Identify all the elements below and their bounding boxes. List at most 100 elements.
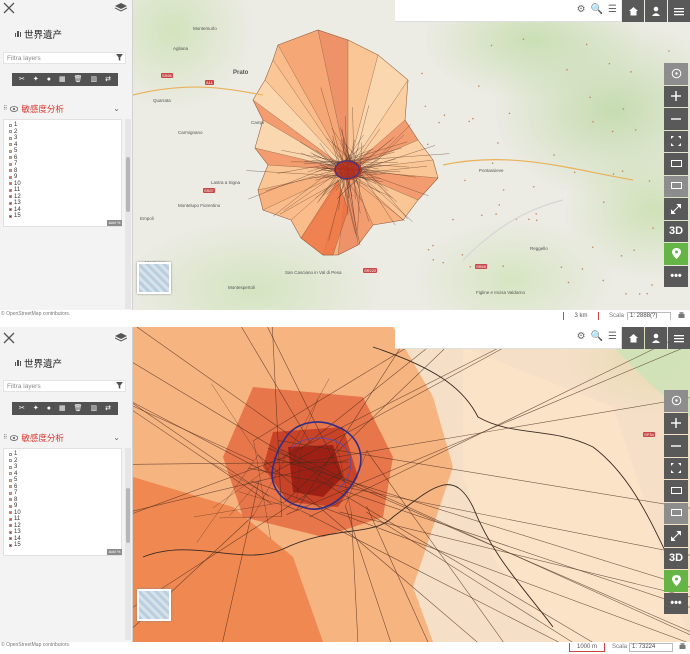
tree-dot [426,143,429,146]
swap-tool-button[interactable]: ⇄ [105,73,111,86]
screen-button[interactable] [664,153,688,175]
3d-button[interactable]: 3D [664,220,688,242]
sidebar-scrollbar[interactable] [125,119,131,309]
drag-handle-icon[interactable]: ⠿ [3,434,7,441]
tree-dot [461,254,464,256]
menu-button[interactable] [668,327,690,349]
layer-row-sensitivity[interactable]: ⠿ 敏感度分析 ⌄ [3,431,121,444]
legend-swatch [9,478,12,482]
tree-dot [620,255,623,257]
3d-button[interactable]: 3D [664,547,688,569]
place-label: Pontassieve [479,168,504,173]
layer-row-sensitivity[interactable]: ⠿ 敏感度分析 ⌄ [3,102,121,115]
layers-icon[interactable] [115,3,127,13]
tree-dot [638,293,641,295]
search-icon[interactable]: 🔍 [591,331,603,342]
filter-icon[interactable] [116,382,123,389]
search-icon[interactable]: 🔍 [591,4,603,15]
layers-icon[interactable] [115,333,127,343]
zoom-out-button[interactable] [664,435,688,457]
legend-tag[interactable]: Add % [107,220,122,226]
delete-tool-button[interactable]: 🗑 [74,402,83,415]
layers-view-button[interactable] [664,175,688,197]
user-icon [652,6,660,16]
zoom-in-button[interactable] [664,412,688,434]
close-icon[interactable] [3,332,15,344]
tree-dot [611,130,614,133]
layer-filter-input[interactable]: Filtra layers [3,52,126,64]
tree-dot [464,179,466,182]
point-tool-button[interactable]: ● [47,73,51,86]
tree-dot [491,162,494,164]
chart-tool-button[interactable]: ▥ [91,73,98,86]
location-button[interactable] [664,570,688,592]
fit-extent-button[interactable] [664,130,688,152]
swap-tool-button[interactable]: ⇄ [105,402,111,415]
fullscreen-button[interactable] [664,198,688,220]
app-title: 世界遺产 [24,30,63,41]
table-tool-button[interactable]: ▦ [59,73,66,86]
zoom-out-button[interactable] [664,108,688,130]
tree-dot [424,105,427,108]
delete-tool-button[interactable]: 🗑 [74,73,83,86]
legend-label: 15 [14,542,21,548]
scale-select[interactable]: 1: 73224 [629,643,673,652]
legend-tag[interactable]: Add % [107,549,122,555]
sidebar-scrollbar[interactable] [125,448,131,640]
tree-dot [497,142,499,144]
list-icon[interactable]: ☰ [608,4,617,15]
print-icon[interactable] [679,643,686,651]
chart-tool-button[interactable]: ▥ [91,402,98,415]
table-tool-button[interactable]: ▦ [59,402,66,415]
cut-tool-button[interactable]: ✂ [19,73,25,86]
tree-dot [608,62,611,65]
map-canvas[interactable]: Montemurlo Agliana Prato Quarrata Campi … [133,0,690,310]
screen-button[interactable] [664,480,688,502]
wrench-tool-button[interactable]: ✦ [33,73,39,86]
compass-button[interactable] [664,63,688,85]
plus-icon [671,91,681,102]
layers-view-button[interactable] [664,502,688,524]
overview-minimap[interactable] [137,262,171,294]
filter-icon[interactable] [116,54,123,61]
map-attribution: © OpenStreetMap contributors. [1,311,71,317]
map-canvas[interactable]: SP34 ⚙ 🔍 ☰ 3D ••• [133,327,690,642]
legend-swatch [9,195,12,199]
scale-select[interactable]: 1: 2888(?) [627,312,671,320]
more-button[interactable]: ••• [664,592,688,614]
overview-minimap[interactable] [137,589,171,621]
location-pin-icon [671,248,681,260]
settings-icon[interactable]: ⚙ [577,331,586,342]
eye-icon[interactable] [10,105,19,112]
user-button[interactable] [645,0,667,22]
fit-extent-button[interactable] [664,457,688,479]
close-icon[interactable] [3,2,15,14]
legend-swatch [9,162,12,166]
print-icon[interactable] [678,312,685,320]
point-tool-button[interactable]: ● [47,402,51,415]
user-button[interactable] [645,327,667,349]
chevron-down-icon[interactable]: ⌄ [113,104,120,113]
zoom-in-button[interactable] [664,85,688,107]
menu-button[interactable] [668,0,690,22]
list-icon[interactable]: ☰ [608,331,617,342]
screenshot-bottom: SP34 ⚙ 🔍 ☰ 3D ••• 世界遺产 Filtra layers ✂ ✦… [0,327,690,654]
legend-swatch [9,459,12,463]
home-button[interactable] [622,0,644,22]
settings-icon[interactable]: ⚙ [577,4,586,15]
compass-button[interactable] [664,390,688,412]
layer-filter-input[interactable]: Filtra layers [3,380,126,392]
chevron-down-icon[interactable]: ⌄ [113,433,120,442]
drag-handle-icon[interactable]: ⠿ [3,105,7,112]
tree-dot [532,185,535,188]
more-button[interactable]: ••• [664,265,688,287]
layer-legend: 1 2 3 4 5 6 7 8 9 10 11 12 13 14 15 [3,119,122,227]
location-button[interactable] [664,243,688,265]
tree-dot [652,227,654,229]
fullscreen-button[interactable] [664,525,688,547]
cut-tool-button[interactable]: ✂ [19,402,25,415]
legend-swatch [9,511,12,515]
home-button[interactable] [622,327,644,349]
wrench-tool-button[interactable]: ✦ [33,402,39,415]
eye-icon[interactable] [10,434,19,441]
